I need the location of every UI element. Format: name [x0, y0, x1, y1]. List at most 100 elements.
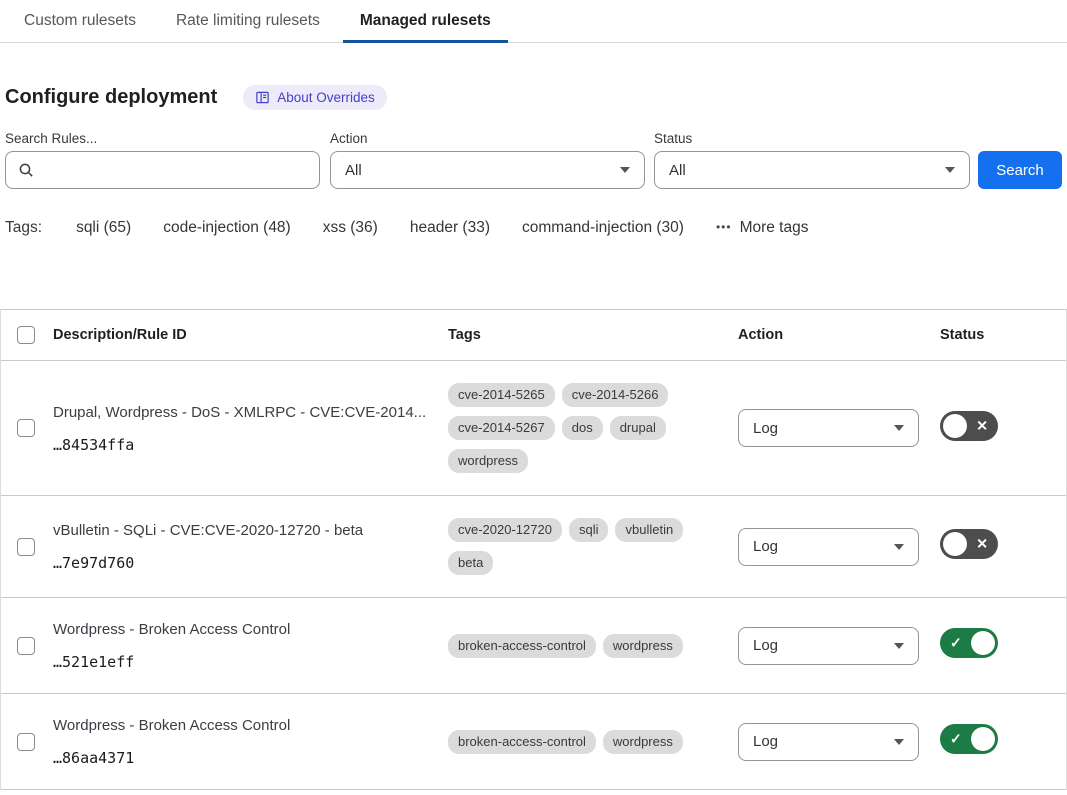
table-row: Wordpress - Broken Access Control …521e1…	[1, 598, 1066, 694]
toggle-state-icon: ✓	[950, 731, 962, 748]
tag-pill: sqli	[569, 518, 609, 542]
rule-description: Wordpress - Broken Access Control	[53, 716, 428, 736]
rule-id: …84534ffa	[53, 436, 428, 454]
search-rules-label: Search Rules...	[5, 131, 320, 146]
tag-pill: wordpress	[603, 634, 683, 658]
page-title: Configure deployment	[5, 86, 217, 109]
managed-rulesets-page: Custom rulesets Rate limiting rulesets M…	[0, 0, 1067, 795]
toggle-state-icon: ✓	[950, 635, 962, 652]
chevron-down-icon	[894, 643, 904, 649]
tags-bar-label: Tags:	[5, 219, 42, 237]
tag-pill: broken-access-control	[448, 634, 596, 658]
tag-pill: cve-2014-5266	[562, 383, 669, 407]
rule-id: …86aa4371	[53, 749, 428, 767]
book-icon	[255, 90, 270, 105]
rule-description: vBulletin - SQLi - CVE:CVE-2020-12720 - …	[53, 521, 428, 541]
action-filter-select[interactable]: All	[330, 151, 645, 189]
filter-row: Search Rules... Action All Status	[5, 131, 1062, 189]
toggle-state-icon: ✕	[976, 417, 988, 434]
row-checkbox[interactable]	[17, 419, 35, 437]
chevron-down-icon	[894, 425, 904, 431]
tag-pill: vbulletin	[615, 518, 683, 542]
chevron-down-icon	[894, 739, 904, 745]
rule-tags: broken-access-control wordpress	[448, 634, 700, 658]
chevron-down-icon	[945, 167, 955, 173]
chevron-down-icon	[620, 167, 630, 173]
rule-action-select[interactable]: Log	[738, 528, 919, 566]
tag-pill: beta	[448, 551, 493, 575]
toggle-knob	[971, 727, 995, 751]
search-rules-field: Search Rules...	[5, 131, 320, 189]
action-filter-label: Action	[330, 131, 645, 146]
tab-managed-rulesets[interactable]: Managed rulesets	[343, 0, 508, 42]
column-header-status: Status	[940, 327, 1066, 343]
table-body: Drupal, Wordpress - DoS - XMLRPC - CVE:C…	[1, 361, 1066, 790]
rule-description: Wordpress - Broken Access Control	[53, 620, 428, 640]
rule-tags: cve-2020-12720 sqlivbulletin beta	[448, 518, 700, 575]
rule-action-select[interactable]: Log	[738, 723, 919, 761]
action-filter-value: All	[345, 162, 362, 179]
toggle-knob	[943, 532, 967, 556]
rule-action-value: Log	[753, 538, 778, 555]
rule-status-toggle[interactable]: ✓	[940, 724, 998, 754]
column-header-description: Description/Rule ID	[53, 327, 448, 343]
action-filter-field: Action All	[330, 131, 645, 189]
rule-status-toggle[interactable]: ✕	[940, 411, 998, 441]
search-icon	[18, 162, 34, 178]
column-header-tags: Tags	[448, 327, 738, 343]
status-filter-select[interactable]: All	[654, 151, 970, 189]
tag-filter-link[interactable]: code-injection (48)	[163, 219, 291, 237]
row-checkbox[interactable]	[17, 538, 35, 556]
tab-rate-limiting-rulesets[interactable]: Rate limiting rulesets	[159, 0, 337, 42]
ruleset-tabs: Custom rulesets Rate limiting rulesets M…	[0, 0, 1067, 43]
status-filter-value: All	[669, 162, 686, 179]
rule-action-value: Log	[753, 637, 778, 654]
search-input[interactable]	[5, 151, 320, 189]
rules-table: Description/Rule ID Tags Action Status D…	[0, 309, 1067, 790]
tag-pill: broken-access-control	[448, 730, 596, 754]
rule-action-select[interactable]: Log	[738, 409, 919, 447]
row-checkbox[interactable]	[17, 637, 35, 655]
rule-action-value: Log	[753, 420, 778, 437]
tag-filter-link[interactable]: sqli (65)	[76, 219, 131, 237]
table-row: Wordpress - Broken Access Control …86aa4…	[1, 694, 1066, 790]
status-filter-field: Status All	[654, 131, 970, 189]
tag-pill: cve-2020-12720	[448, 518, 562, 542]
more-tags-label: More tags	[740, 219, 809, 237]
about-overrides-link[interactable]: About Overrides	[243, 85, 387, 110]
rule-id: …7e97d760	[53, 554, 428, 572]
tab-custom-rulesets[interactable]: Custom rulesets	[7, 0, 153, 42]
more-tags-button[interactable]: ••• More tags	[716, 219, 809, 237]
rule-id: …521e1eff	[53, 653, 428, 671]
tag-links: sqli (65) code-injection (48) xss (36) head…	[76, 219, 716, 237]
column-header-action: Action	[738, 327, 940, 343]
tags-bar: Tags: sqli (65) code-injection (48) xss (3…	[5, 219, 1062, 237]
rule-action-select[interactable]: Log	[738, 627, 919, 665]
tag-pill: dos	[562, 416, 603, 440]
rule-tags: broken-access-control wordpress	[448, 730, 700, 754]
tag-pill: wordpress	[448, 449, 528, 473]
table-row: vBulletin - SQLi - CVE:CVE-2020-12720 - …	[1, 496, 1066, 598]
status-filter-label: Status	[654, 131, 970, 146]
toggle-knob	[971, 631, 995, 655]
table-header-row: Description/Rule ID Tags Action Status	[1, 310, 1066, 361]
rule-action-value: Log	[753, 733, 778, 750]
tag-filter-link[interactable]: header (33)	[410, 219, 490, 237]
toggle-state-icon: ✕	[976, 536, 988, 553]
tag-filter-link[interactable]: xss (36)	[323, 219, 378, 237]
tag-pill: cve-2014-5267	[448, 416, 555, 440]
heading-row: Configure deployment About Overrides	[5, 83, 1067, 111]
rule-description: Drupal, Wordpress - DoS - XMLRPC - CVE:C…	[53, 403, 428, 423]
rule-status-toggle[interactable]: ✓	[940, 628, 998, 658]
chevron-down-icon	[894, 544, 904, 550]
tag-pill: drupal	[610, 416, 666, 440]
tag-pill: wordpress	[603, 730, 683, 754]
rule-status-toggle[interactable]: ✕	[940, 529, 998, 559]
search-button[interactable]: Search	[978, 151, 1062, 189]
tag-filter-link[interactable]: command-injection (30)	[522, 219, 684, 237]
table-row: Drupal, Wordpress - DoS - XMLRPC - CVE:C…	[1, 361, 1066, 496]
tag-pill: cve-2014-5265	[448, 383, 555, 407]
select-all-checkbox[interactable]	[17, 326, 35, 344]
more-dots-icon: •••	[716, 220, 732, 234]
row-checkbox[interactable]	[17, 733, 35, 751]
